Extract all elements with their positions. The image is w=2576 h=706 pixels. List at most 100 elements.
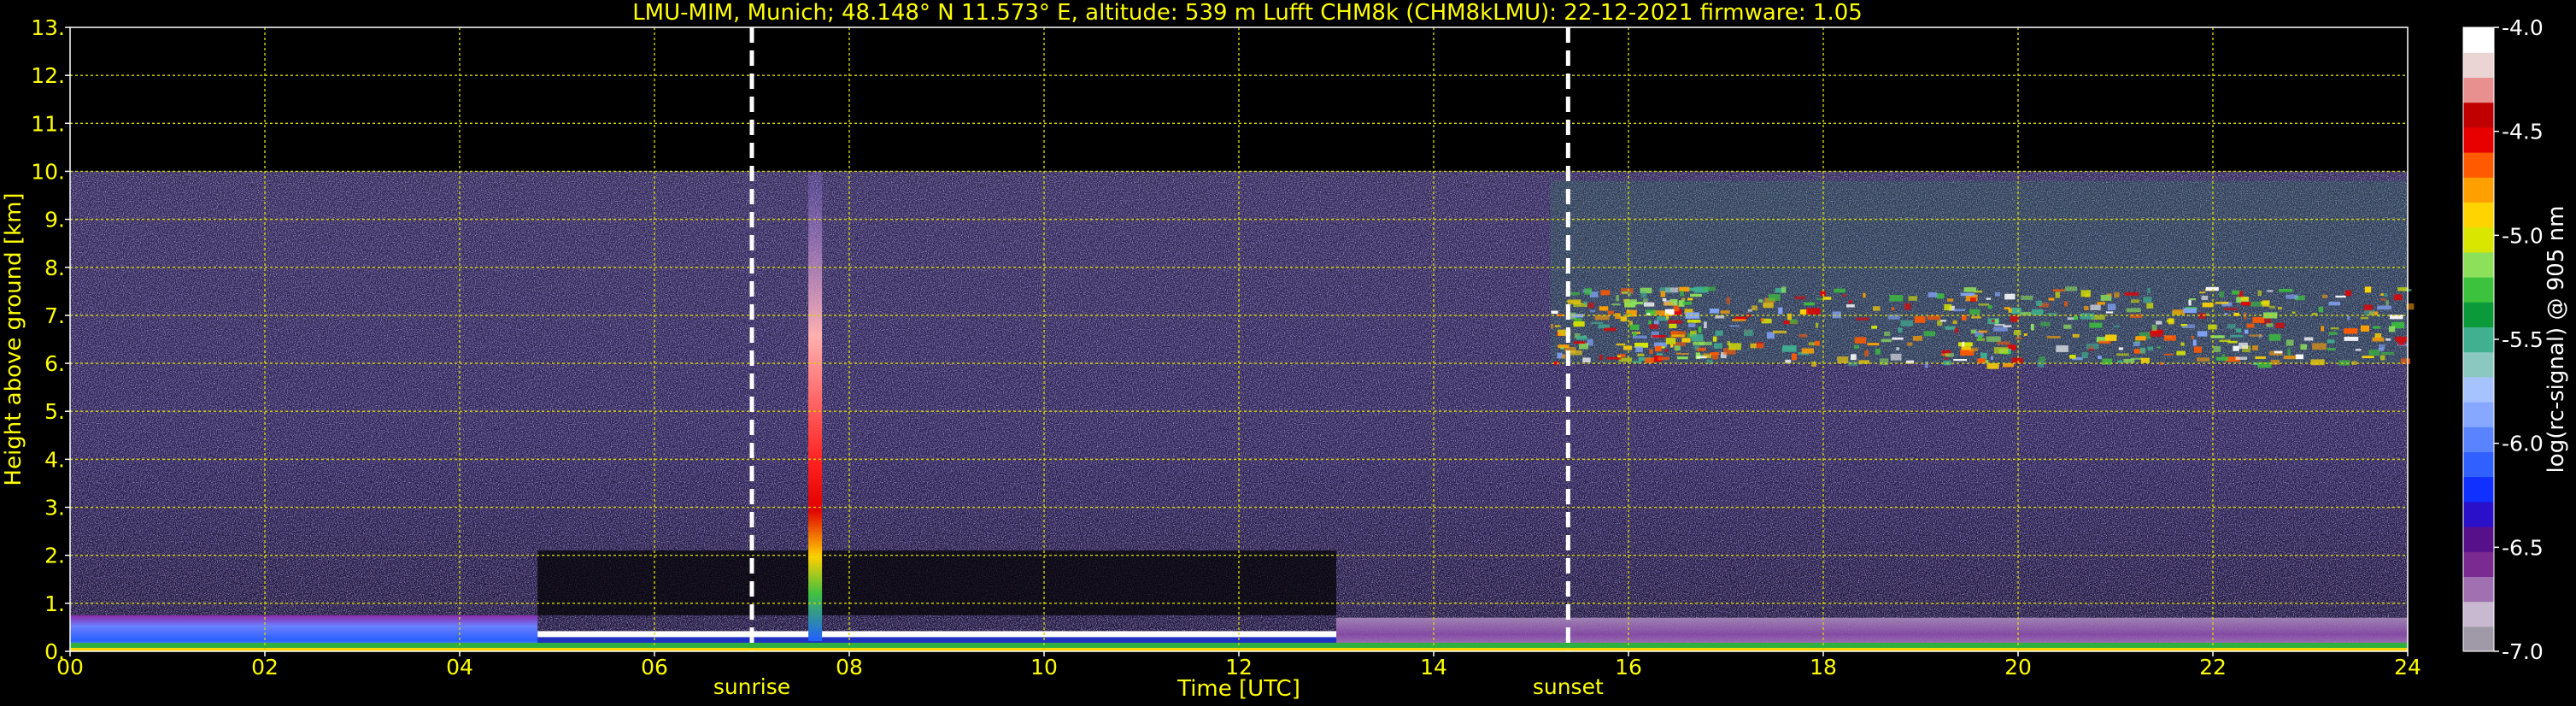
cloud-echo <box>1728 343 1741 350</box>
cloud-echo <box>2279 289 2293 292</box>
cloud-echo <box>1550 324 1553 329</box>
cloud-layer <box>1550 180 2415 369</box>
cloud-echo <box>1729 325 1740 327</box>
cloud-echo <box>1928 292 1938 297</box>
cloud-echo <box>1599 355 1603 361</box>
cloud-echo <box>1760 318 1764 321</box>
cloud-echo <box>2295 354 2304 360</box>
cloud-echo <box>2335 295 2346 298</box>
cloud-echo <box>2385 338 2391 341</box>
cloud-echo <box>1892 337 1904 340</box>
annotation-label: sunrise <box>713 674 790 699</box>
cloud-echo <box>1782 345 1797 352</box>
cloud-echo <box>2201 295 2209 301</box>
cloud-echo <box>1944 303 1952 311</box>
cloud-echo <box>2381 352 2394 356</box>
cloud-echo <box>2344 336 2359 341</box>
cloud-echo <box>2380 293 2384 296</box>
cloud-echo <box>2205 286 2219 291</box>
cloud-echo <box>2244 329 2249 334</box>
cloud-echo <box>1642 298 1648 303</box>
cloud-echo <box>1987 304 1992 309</box>
cloud-echo <box>1655 345 1662 352</box>
cloud-echo <box>2368 350 2380 356</box>
cloud-echo <box>1663 302 1674 306</box>
cloud-echo <box>2397 287 2409 291</box>
x-tick-label: 16 <box>1615 655 1642 680</box>
y-tick-label: 2. <box>44 544 65 568</box>
cloud-echo <box>1814 340 1820 346</box>
cloud-echo <box>2090 304 2101 310</box>
annotation-label: sunset <box>1533 674 1604 699</box>
cloud-echo <box>1644 302 1655 307</box>
cloud-echo <box>1849 300 1852 304</box>
cloud-echo <box>1873 306 1881 311</box>
x-tick-label: 22 <box>2199 655 2227 680</box>
cloud-echo <box>1598 324 1610 329</box>
colorbar-swatch <box>2463 102 2494 128</box>
cloud-echo <box>1789 319 1798 324</box>
cloud-echo <box>1822 297 1832 300</box>
cloud-echo <box>1662 298 1667 302</box>
cloud-echo <box>1726 297 1730 304</box>
cloud-echo <box>2189 298 2196 301</box>
cloud-echo <box>1606 356 1622 360</box>
cloud-echo <box>2098 340 2111 344</box>
cloud-echo <box>1551 310 1558 315</box>
cloud-echo <box>1792 353 1797 361</box>
cloud-echo <box>2268 305 2275 309</box>
cloud-echo <box>1936 293 1945 299</box>
cloud-echo <box>2257 290 2262 297</box>
cloud-echo <box>2140 357 2150 363</box>
cloud-echo <box>1947 298 1954 302</box>
cloud-echo <box>1970 297 1976 302</box>
cloud-echo <box>2202 303 2214 308</box>
cloud-echo <box>2364 309 2375 315</box>
cloud-echo <box>1993 347 2009 354</box>
cloud-echo <box>1834 288 1845 293</box>
cloud-echo <box>2180 342 2185 346</box>
cloud-echo <box>2105 311 2114 314</box>
cloud-echo <box>1620 316 1628 322</box>
cloud-echo <box>1900 320 1913 327</box>
cloud-echo <box>2377 305 2391 310</box>
cloud-echo <box>1945 357 1948 360</box>
cloud-echo <box>1654 321 1659 325</box>
cloud-echo <box>2055 291 2060 298</box>
cloud-echo <box>2081 351 2088 359</box>
cloud-echo <box>1649 349 1653 354</box>
cloud-echo <box>1952 320 1957 324</box>
cloud-echo <box>1752 305 1757 311</box>
cloud-echo <box>2219 291 2225 298</box>
cloud-echo <box>1954 327 1958 333</box>
cloud-echo <box>2241 302 2251 306</box>
cloud-echo <box>2139 347 2145 354</box>
cloud-echo <box>2037 361 2045 368</box>
cloud-echo <box>2197 357 2210 362</box>
cloud-echo <box>2328 302 2341 306</box>
cloud-echo <box>1681 297 1686 301</box>
cloud-echo <box>2146 303 2154 309</box>
cloud-echo <box>1567 299 1581 304</box>
cloud-echo <box>2230 334 2244 338</box>
cloud-echo <box>2098 355 2102 359</box>
cloud-echo <box>2278 307 2282 310</box>
cloud-echo <box>1604 327 1617 332</box>
cloud-echo <box>1953 359 1968 362</box>
colorbar-swatch <box>2463 376 2494 403</box>
cloud-echo <box>1622 345 1633 350</box>
cloud-echo <box>2224 308 2239 310</box>
cloud-echo <box>2397 340 2405 345</box>
cloud-echo <box>2199 291 2206 294</box>
cloud-echo <box>1681 338 1691 343</box>
cloud-echo <box>1940 320 1946 322</box>
cloud-echo <box>2364 286 2372 293</box>
y-tick-label: 8. <box>44 256 65 280</box>
cloud-echo <box>1995 319 1998 324</box>
cloud-echo <box>1890 353 1902 361</box>
cloud-echo <box>2114 292 2120 298</box>
cloud-echo <box>2048 297 2055 301</box>
cloud-echo <box>2016 337 2022 339</box>
cloud-echo <box>1997 341 2010 345</box>
cloud-echo <box>1691 334 1704 342</box>
